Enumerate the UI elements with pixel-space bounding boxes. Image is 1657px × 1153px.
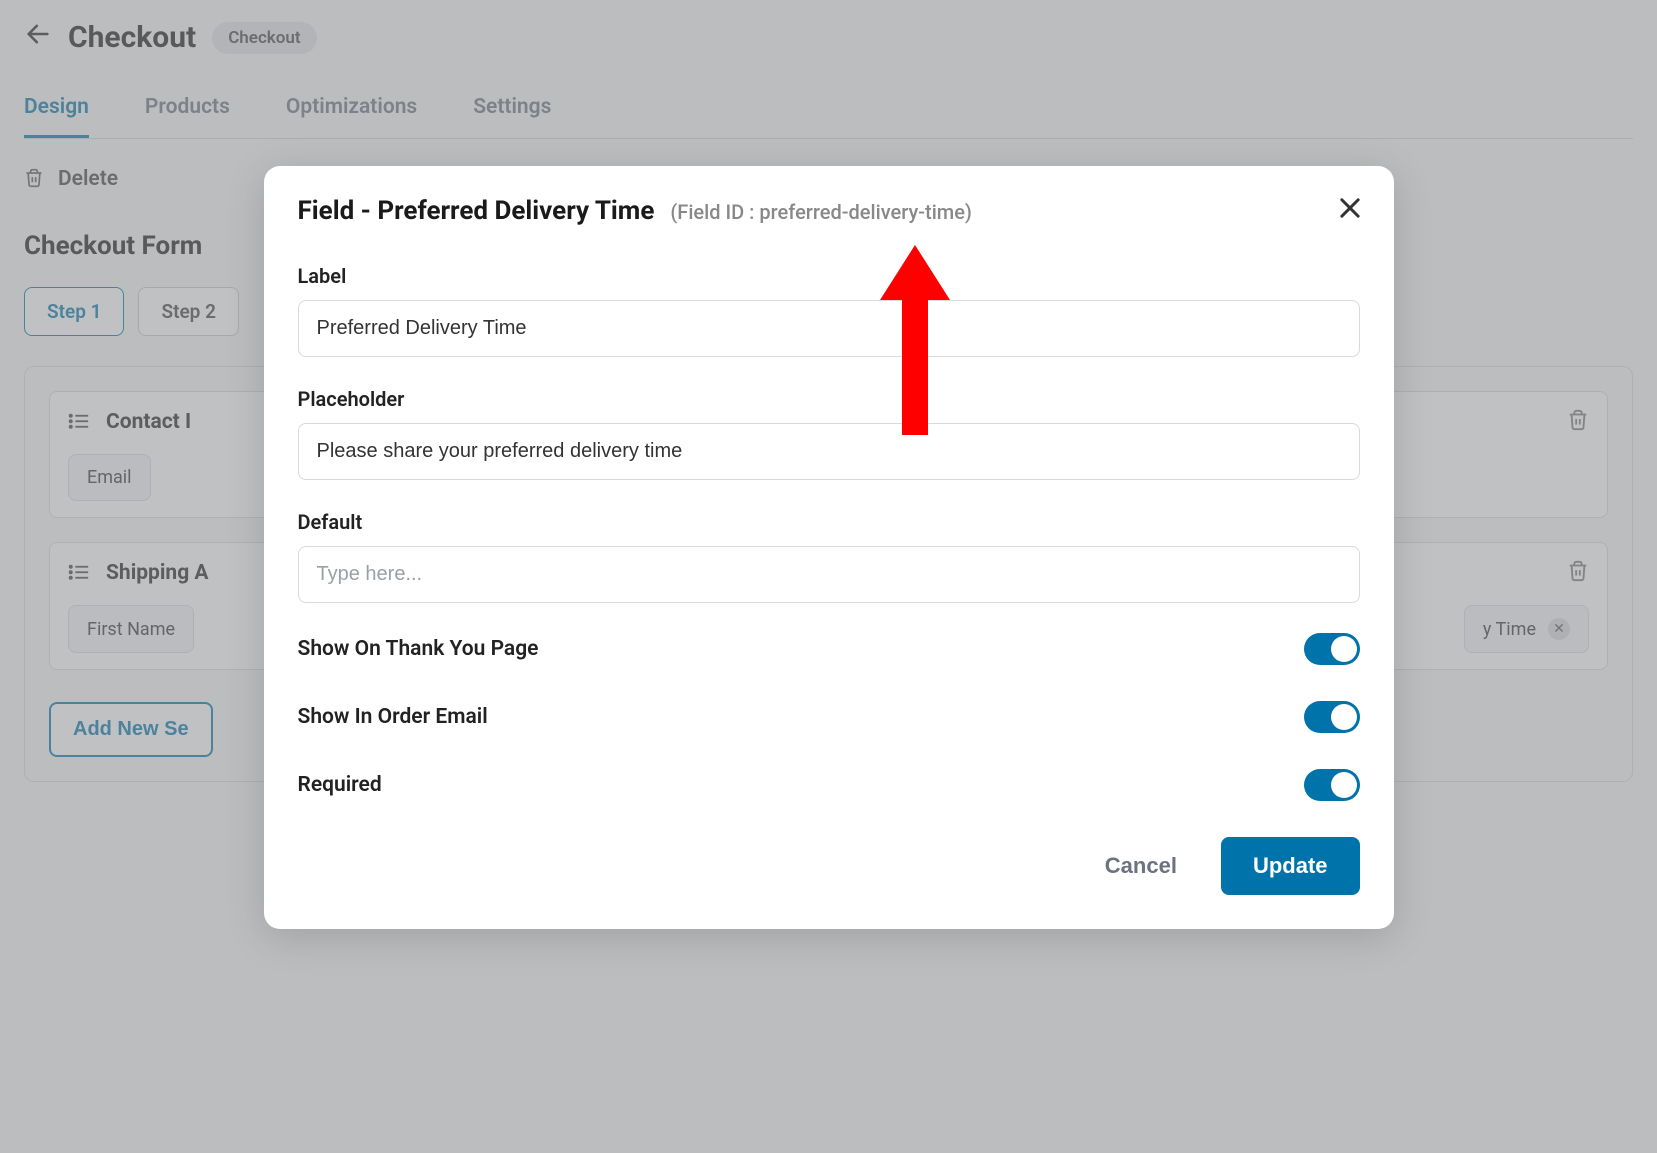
required-label: Required <box>298 773 382 797</box>
show-thank-you-toggle[interactable] <box>1304 633 1360 665</box>
default-group: Default <box>298 510 1360 603</box>
show-thank-you-row: Show On Thank You Page <box>298 633 1360 665</box>
cancel-button[interactable]: Cancel <box>1105 853 1177 879</box>
label-input[interactable] <box>298 300 1360 357</box>
modal-title-prefix: Field - <box>298 196 378 226</box>
modal-title: Field - Preferred Delivery Time <box>298 196 655 226</box>
placeholder-input[interactable] <box>298 423 1360 480</box>
required-row: Required <box>298 769 1360 801</box>
modal-header: Field - Preferred Delivery Time (Field I… <box>298 196 1360 226</box>
field-edit-modal: Field - Preferred Delivery Time (Field I… <box>264 166 1394 929</box>
show-email-label: Show In Order Email <box>298 705 488 729</box>
default-field-label: Default <box>298 510 1360 534</box>
field-id-meta: (Field ID : preferred-delivery-time) <box>670 200 972 224</box>
modal-overlay: Field - Preferred Delivery Time (Field I… <box>0 0 1657 1153</box>
required-toggle[interactable] <box>1304 769 1360 801</box>
label-field-label: Label <box>298 264 1360 288</box>
show-email-row: Show In Order Email <box>298 701 1360 733</box>
show-email-toggle[interactable] <box>1304 701 1360 733</box>
default-input[interactable] <box>298 546 1360 603</box>
placeholder-field-label: Placeholder <box>298 387 1360 411</box>
modal-title-name: Preferred Delivery Time <box>377 196 654 226</box>
show-thank-you-label: Show On Thank You Page <box>298 637 539 661</box>
modal-footer: Cancel Update <box>298 837 1360 895</box>
close-icon[interactable] <box>1336 194 1364 222</box>
label-group: Label <box>298 264 1360 357</box>
update-button[interactable]: Update <box>1221 837 1360 895</box>
placeholder-group: Placeholder <box>298 387 1360 480</box>
